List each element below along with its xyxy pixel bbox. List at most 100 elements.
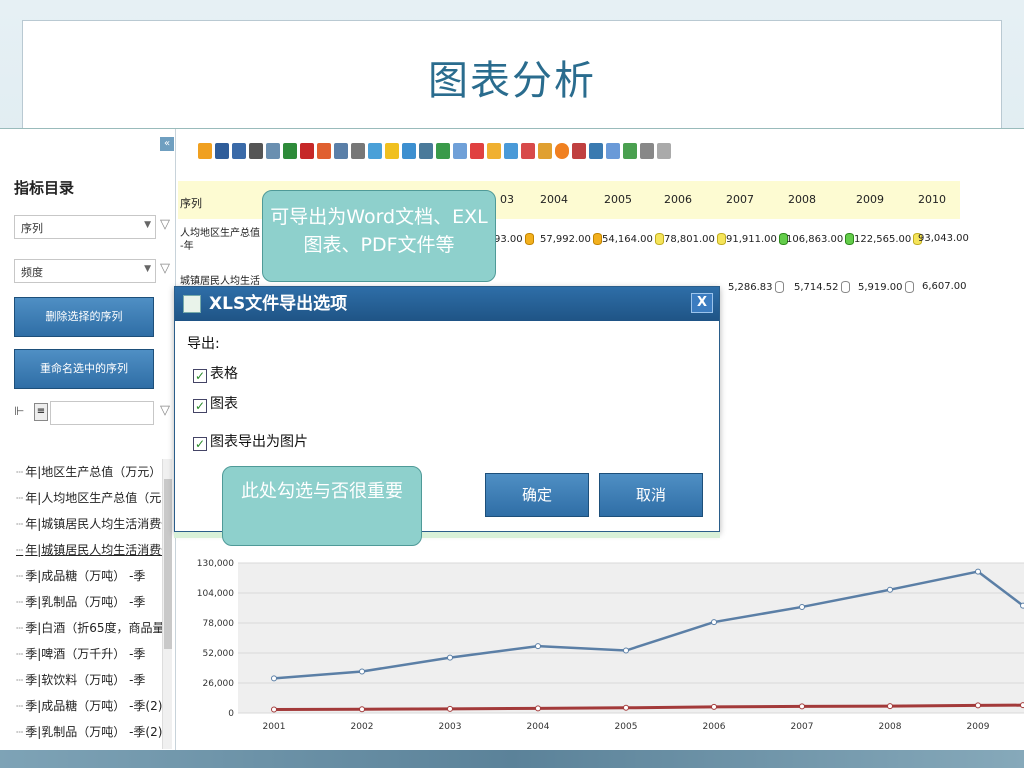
grid-header-year[interactable]: 2005 (604, 193, 632, 206)
excel-icon[interactable] (283, 143, 297, 159)
data-point[interactable] (887, 586, 893, 593)
filter-tool-icon[interactable] (351, 143, 365, 159)
toolbar (198, 143, 671, 165)
filter-icon[interactable]: ▽ (160, 217, 170, 232)
sidebar: « 指标目录 序列 ▼ ▽ 频度 ▼ ▽ 删除选择的序列 重命名选中的序列 ⊩ … (0, 129, 176, 751)
export-icon[interactable] (317, 143, 331, 159)
grid-header-year[interactable]: 03 (500, 193, 514, 206)
grid-header-year[interactable]: 2009 (856, 193, 884, 206)
tree-icon[interactable]: ⊩ (14, 404, 24, 418)
stats-icon[interactable] (623, 143, 637, 159)
data-point[interactable] (447, 654, 453, 661)
copy-icon[interactable] (266, 143, 280, 159)
list-icon[interactable]: ≡ (34, 403, 48, 421)
data-point[interactable] (1020, 602, 1024, 609)
columns-icon[interactable] (402, 143, 416, 159)
pdf-icon[interactable] (300, 143, 314, 159)
x-tick-label: 2007 (791, 722, 814, 732)
checkmark-icon[interactable]: ✓ (193, 369, 207, 383)
tree-item[interactable]: 季|软饮料（万吨） -季 (16, 667, 166, 693)
cancel-button[interactable]: 取消 (599, 473, 703, 517)
data-point[interactable] (799, 603, 805, 610)
y-tick-label: 78,000 (203, 619, 235, 629)
tree-item[interactable]: 季|乳制品（万吨） -季(2) (16, 719, 166, 745)
tree-scrollbar[interactable] (162, 459, 172, 749)
data-point[interactable] (975, 702, 981, 709)
cell-value: 6,607.00 (922, 281, 967, 292)
table-cell: 5,919.00 (858, 281, 914, 293)
radar-chart-icon[interactable] (572, 143, 586, 159)
table-checkbox[interactable]: ✓ 表格 (193, 363, 238, 383)
data-point[interactable] (711, 703, 717, 710)
tree-item[interactable]: 年|城镇居民人均生活消费性 (16, 537, 166, 563)
close-icon[interactable]: X (691, 293, 713, 313)
grid-header-year[interactable]: 2006 (664, 193, 692, 206)
settings-icon[interactable] (640, 143, 654, 159)
chart-checkbox[interactable]: ✓ 图表 (193, 393, 238, 413)
chart-as-image-checkbox[interactable]: ✓ 图表导出为图片 (193, 431, 308, 451)
y-tick-label: 104,000 (197, 589, 234, 599)
data-point[interactable] (711, 619, 717, 626)
data-point[interactable] (1020, 702, 1024, 709)
tree-item[interactable]: 季|啤酒（万千升） -季 (16, 641, 166, 667)
checkmark-icon[interactable]: ✓ (193, 437, 207, 451)
filter-icon[interactable]: ▽ (160, 261, 170, 276)
series-select[interactable]: 序列 ▼ (14, 215, 156, 239)
refresh-icon[interactable] (419, 143, 433, 159)
grid-header-year[interactable]: 2004 (540, 193, 568, 206)
print-icon[interactable] (249, 143, 263, 159)
cylinder-icon (524, 233, 534, 245)
help-icon[interactable] (657, 143, 671, 159)
save-as-icon[interactable] (232, 143, 246, 159)
scatter-icon[interactable] (589, 143, 603, 159)
tree-item[interactable]: 季|成品糖（万吨） -季(2) (16, 693, 166, 719)
data-point[interactable] (535, 643, 541, 650)
data-point[interactable] (271, 675, 277, 682)
x-tick-label: 2001 (263, 722, 286, 732)
x-tick-label: 2008 (879, 722, 902, 732)
data-point[interactable] (623, 704, 629, 711)
tree-item[interactable]: 季|白酒（折65度，商品量） (16, 615, 166, 641)
data-point[interactable] (535, 705, 541, 712)
bar-chart-icon[interactable] (470, 143, 484, 159)
data-point[interactable] (447, 705, 453, 712)
tree-item[interactable]: 季|乳制品（万吨） -季 (16, 589, 166, 615)
data-point[interactable] (359, 706, 365, 713)
search-input[interactable] (50, 401, 154, 425)
scrollbar-thumb[interactable] (164, 479, 172, 649)
open-icon[interactable] (198, 143, 212, 159)
tree-item[interactable]: 年|城镇居民人均生活消费性 (16, 511, 166, 537)
hbar-chart-icon[interactable] (504, 143, 518, 159)
grid-icon[interactable] (368, 143, 382, 159)
table-icon[interactable] (334, 143, 348, 159)
stacked-bar-icon[interactable] (487, 143, 501, 159)
frequency-select[interactable]: 频度 ▼ (14, 259, 156, 283)
rename-series-button[interactable]: 重命名选中的序列 (14, 349, 154, 389)
data-point[interactable] (975, 568, 981, 575)
data-point[interactable] (271, 706, 277, 713)
layout-icon[interactable] (385, 143, 399, 159)
tree-item[interactable]: 年|地区生产总值（万元） - (16, 459, 166, 485)
grid-header-year[interactable]: 2008 (788, 193, 816, 206)
tree-item[interactable]: 季|成品糖（万吨） -季 (16, 563, 166, 589)
area-chart-icon[interactable] (538, 143, 552, 159)
data-point[interactable] (623, 647, 629, 654)
save-icon[interactable] (215, 143, 229, 159)
checkmark-icon[interactable]: ✓ (193, 399, 207, 413)
ok-button[interactable]: 确定 (485, 473, 589, 517)
delete-series-button[interactable]: 删除选择的序列 (14, 297, 154, 337)
pie-chart-icon[interactable] (555, 143, 569, 159)
combo-chart-icon[interactable] (521, 143, 535, 159)
filter-icon[interactable]: ▽ (160, 403, 170, 418)
tree-item[interactable]: 年|人均地区生产总值（元） (16, 485, 166, 511)
data-point[interactable] (799, 703, 805, 710)
trend-icon[interactable] (606, 143, 620, 159)
grid-header-year[interactable]: 2010 (918, 193, 946, 206)
data-point[interactable] (359, 668, 365, 675)
grid-header-year[interactable]: 2007 (726, 193, 754, 206)
calc-icon[interactable] (436, 143, 450, 159)
slide-title: 图表分析 (428, 58, 596, 104)
line-chart-icon[interactable] (453, 143, 467, 159)
collapse-icon[interactable]: « (160, 137, 174, 151)
data-point[interactable] (887, 703, 893, 710)
